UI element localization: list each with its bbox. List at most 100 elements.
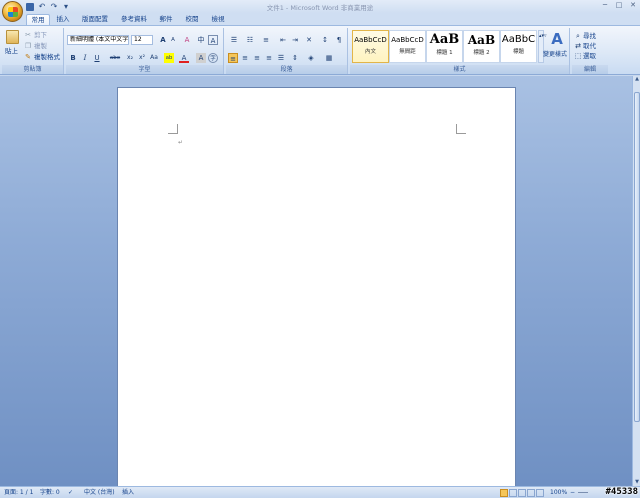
shading-icon[interactable]: ◈	[306, 53, 316, 63]
paste-icon[interactable]	[6, 30, 19, 44]
zoom-level[interactable]: 100%	[550, 488, 567, 498]
find-icon: ⌕	[576, 32, 580, 40]
grow-font-button[interactable]: A	[158, 35, 168, 45]
language[interactable]: 中文 (台灣)	[84, 488, 115, 498]
bold-button[interactable]: B	[68, 53, 78, 63]
select-icon: ⬚	[574, 52, 582, 60]
bullets-icon[interactable]: ☰	[228, 35, 240, 45]
tab-view[interactable]: 檢視	[208, 14, 228, 25]
font-color-button[interactable]: A	[179, 53, 189, 63]
quick-access-toolbar: ↶ ↷ ▾	[25, 1, 71, 12]
window-title: 文件1 - Microsoft Word 非商業用途	[266, 4, 374, 12]
scroll-up-icon[interactable]: ▲	[633, 76, 640, 83]
word-count[interactable]: 字數: 0	[40, 488, 60, 498]
style-heading-1[interactable]: AaB 標題 1	[426, 30, 463, 63]
copy-button[interactable]: 複製	[34, 41, 47, 51]
close-button[interactable]: ✕	[626, 0, 640, 11]
text-direction-icon[interactable]: ✕	[304, 35, 314, 45]
replace-icon: ⇄	[575, 42, 581, 50]
tab-review[interactable]: 校閱	[182, 14, 202, 25]
change-case-button[interactable]: Aa	[148, 53, 160, 63]
outline-view-icon[interactable]	[527, 489, 535, 497]
highlight-button[interactable]: ab	[164, 53, 174, 63]
multilevel-list-icon[interactable]: ≡	[260, 35, 272, 45]
align-left-icon[interactable]: ≡	[228, 53, 238, 63]
style-no-spacing[interactable]: AaBbCcD 無間距	[389, 30, 426, 63]
find-button[interactable]: 尋找	[583, 31, 596, 41]
minimize-button[interactable]: ─	[598, 0, 612, 11]
align-right-icon[interactable]: ≡	[252, 53, 262, 63]
char-shading-button[interactable]: A	[196, 53, 206, 63]
scroll-thumb[interactable]	[634, 92, 640, 422]
font-name-combo[interactable]: 新細明體 (本文中文字)	[67, 35, 129, 45]
tab-page-layout[interactable]: 版面配置	[79, 14, 111, 25]
copy-icon: ❐	[24, 42, 32, 50]
zoom-slider[interactable]	[578, 492, 588, 493]
strikethrough-button[interactable]: abe	[108, 53, 122, 63]
justify-icon[interactable]: ≡	[264, 53, 274, 63]
cut-button[interactable]: 剪下	[34, 30, 47, 40]
paragraph-group-label: 段落	[226, 65, 347, 74]
select-button[interactable]: 選取	[583, 51, 596, 61]
clear-formatting-button[interactable]: A	[182, 35, 192, 45]
decrease-indent-icon[interactable]: ⇤	[278, 35, 288, 45]
customize-qat-icon[interactable]: ▾	[61, 2, 71, 12]
align-center-icon[interactable]: ≡	[240, 53, 250, 63]
phonetic-guide-button[interactable]: 中	[196, 35, 206, 45]
sort-icon[interactable]: ↕	[320, 35, 330, 45]
style-normal[interactable]: AaBbCcD 內文	[352, 30, 389, 63]
watermark-label: #45338	[605, 487, 638, 497]
tab-insert[interactable]: 插入	[53, 14, 73, 25]
paste-button[interactable]: 貼上	[5, 46, 18, 56]
line-spacing-icon[interactable]: ⇕	[290, 53, 300, 63]
format-painter-button[interactable]: 複製格式	[34, 52, 60, 62]
char-border-button[interactable]: A	[208, 35, 218, 45]
full-screen-view-icon[interactable]	[509, 489, 517, 497]
underline-button[interactable]: U	[92, 53, 102, 63]
show-marks-icon[interactable]: ¶	[334, 35, 344, 45]
save-icon[interactable]	[26, 2, 34, 11]
style-heading-1-name: 標題 1	[436, 50, 453, 56]
ribbon-tabs: 常用 插入 版面配置 參考資料 郵件 校閱 檢視	[0, 13, 640, 25]
increase-indent-icon[interactable]: ⇥	[290, 35, 300, 45]
page-count[interactable]: 頁面: 1 / 1	[4, 488, 33, 498]
vertical-scrollbar[interactable]: ▲ ▼	[632, 76, 640, 486]
editing-group: ⌕ 尋找 ⇄ 取代 ⬚ 選取 編輯	[572, 28, 608, 74]
change-styles-button[interactable]: 變更樣式	[543, 50, 567, 60]
enclose-char-button[interactable]: 字	[208, 53, 218, 63]
web-layout-view-icon[interactable]	[518, 489, 526, 497]
redo-icon[interactable]: ↷	[49, 2, 59, 12]
draft-view-icon[interactable]	[536, 489, 544, 497]
insert-mode[interactable]: 插入	[122, 488, 134, 498]
proofing-icon[interactable]: ✓	[68, 488, 73, 498]
subscript-button[interactable]: x₂	[124, 53, 136, 63]
print-layout-view-icon[interactable]	[500, 489, 508, 497]
numbering-icon[interactable]: ☷	[244, 35, 256, 45]
change-styles-icon: A	[551, 30, 563, 48]
zoom-out-button[interactable]: −	[570, 488, 575, 498]
document-page[interactable]: ↵	[117, 87, 516, 498]
paragraph-group: ☰ ☷ ≡ ⇤ ⇥ ✕ ↕ ¶ ≡ ≡ ≡ ≡ ☰ ⇕ ◈ ▦ 段落	[226, 28, 348, 74]
font-group-label: 字型	[66, 65, 223, 74]
tab-mailings[interactable]: 郵件	[156, 14, 176, 25]
styles-group: AaBbCcD 內文 AaBbCcD 無間距 AaB 標題 1 AaB 標題 2…	[350, 28, 570, 74]
borders-icon[interactable]: ▦	[324, 53, 334, 63]
styles-group-label: 樣式	[350, 65, 569, 74]
office-button[interactable]	[2, 1, 23, 22]
clipboard-group: 貼上 ✂ 剪下 ❐ 複製 ✎ 複製格式 剪貼簿	[2, 28, 64, 74]
style-title[interactable]: AaBbC 標題	[500, 30, 537, 63]
shrink-font-button[interactable]: A	[168, 35, 178, 45]
superscript-button[interactable]: x²	[136, 53, 148, 63]
distributed-icon[interactable]: ☰	[276, 53, 286, 63]
replace-button[interactable]: 取代	[583, 41, 596, 51]
status-bar: 頁面: 1 / 1 字數: 0 ✓ 中文 (台灣) 插入 100% −	[0, 486, 640, 498]
undo-icon[interactable]: ↶	[37, 2, 47, 12]
style-heading-2[interactable]: AaB 標題 2	[463, 30, 500, 63]
font-size-combo[interactable]: 12	[131, 35, 153, 45]
restore-button[interactable]: □	[612, 0, 626, 11]
style-normal-sample: AaBbCcD	[354, 36, 387, 44]
italic-button[interactable]: I	[80, 53, 90, 63]
tab-home[interactable]: 常用	[26, 14, 50, 25]
scroll-down-icon[interactable]: ▼	[633, 479, 640, 486]
tab-references[interactable]: 參考資料	[118, 14, 150, 25]
